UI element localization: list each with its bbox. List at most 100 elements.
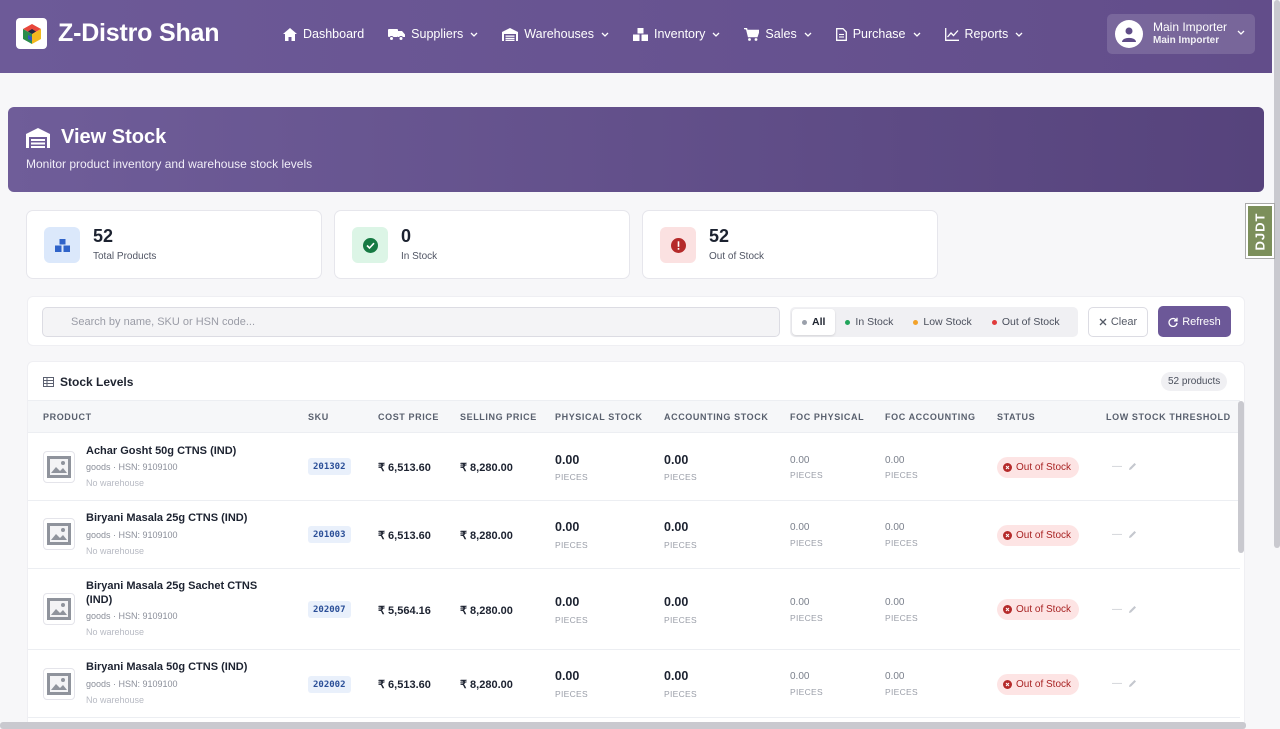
page-header: View Stock Monitor product inventory and… <box>8 107 1264 192</box>
product-count-badge: 52 products <box>1161 372 1228 391</box>
x-circle-icon <box>1003 680 1012 689</box>
stock-table-card: Stock Levels 52 products PRODUCT SKU COS… <box>27 361 1245 729</box>
user-role: Main Importer <box>1153 35 1220 46</box>
search-input[interactable] <box>42 307 780 337</box>
page-scrollbar[interactable] <box>1274 0 1280 548</box>
status-badge: Out of Stock <box>997 457 1080 478</box>
product-name[interactable]: Biryani Masala 25g CTNS (IND) <box>86 511 276 525</box>
table-row[interactable]: Biryani Masala 25g CTNS (IND) goods · HS… <box>28 501 1240 569</box>
table-header: PRODUCT SKU COST PRICE SELLING PRICE PHY… <box>28 400 1240 433</box>
nav-dashboard[interactable]: Dashboard <box>283 24 364 44</box>
image-placeholder-icon <box>43 593 75 625</box>
table-row[interactable]: Achar Gosht 50g CTNS (IND) goods · HSN: … <box>28 433 1240 501</box>
table-icon <box>43 377 54 387</box>
nav-suppliers-label: Suppliers <box>411 27 464 41</box>
dot-icon <box>991 319 997 325</box>
nav-sales[interactable]: Sales <box>744 24 812 44</box>
nav-dashboard-label: Dashboard <box>303 27 365 41</box>
nav-reports[interactable]: Reports <box>944 24 1024 44</box>
nav-inventory[interactable]: Inventory <box>633 24 720 44</box>
nav-inventory-label: Inventory <box>654 27 706 41</box>
column-header[interactable]: LOW STOCK THRESHOLD <box>1106 412 1231 422</box>
brand[interactable]: Z-Distro Shan <box>16 18 219 49</box>
filter-in-stock[interactable]: In Stock <box>835 309 903 335</box>
product-name[interactable]: Biryani Masala 25g Sachet CTNS (IND) <box>86 579 276 607</box>
product-name[interactable]: Biryani Masala 50g CTNS (IND) <box>86 660 276 674</box>
product-warehouse: No warehouse <box>86 695 145 705</box>
filter-out-of-stock-label: Out of Stock <box>1001 316 1060 328</box>
accounting-unit: PIECES <box>664 472 697 482</box>
top-navbar: Z-Distro Shan Dashboard Suppliers Wareho… <box>0 0 1272 73</box>
accounting-stock: 0.00 <box>664 669 689 683</box>
filter-low-stock[interactable]: Low Stock <box>903 309 981 335</box>
cost-price: ₹ 5,564.16 <box>378 605 431 617</box>
product-name[interactable]: Achar Gosht 50g CTNS (IND) <box>86 444 276 458</box>
column-header[interactable]: COST PRICE <box>378 412 439 422</box>
sku-badge: 201003 <box>308 526 351 543</box>
filter-all[interactable]: All <box>792 309 836 335</box>
edit-pencil-icon[interactable] <box>1128 530 1137 539</box>
filter-out-of-stock[interactable]: Out of Stock <box>982 309 1070 335</box>
table-row[interactable]: Biryani Masala 50g CTNS (IND) goods · HS… <box>28 650 1240 718</box>
image-placeholder-icon <box>43 451 75 483</box>
column-header[interactable]: PRODUCT <box>43 412 92 422</box>
product-meta: goods · HSN: 9109100 <box>86 679 178 689</box>
low-stock-threshold: — <box>1112 529 1137 540</box>
warehouse-icon <box>26 127 50 148</box>
edit-pencil-icon[interactable] <box>1128 462 1137 471</box>
nav-purchase-label: Purchase <box>852 27 906 41</box>
brand-name: Z-Distro Shan <box>58 19 220 47</box>
column-header[interactable]: SKU <box>308 412 329 422</box>
accounting-stock: 0.00 <box>664 453 689 467</box>
selling-price: ₹ 8,280.00 <box>460 679 513 691</box>
low-stock-threshold: — <box>1112 678 1137 689</box>
cost-price: ₹ 6,513.60 <box>378 530 431 542</box>
cart-icon <box>744 27 760 41</box>
clear-button[interactable]: Clear <box>1088 307 1148 337</box>
product-warehouse: No warehouse <box>86 478 145 488</box>
foc-accounting-unit: PIECES <box>885 613 918 623</box>
refresh-icon <box>1168 317 1178 327</box>
foc-accounting: 0.00 <box>885 671 905 682</box>
horizontal-scrollbar[interactable] <box>0 722 1246 729</box>
column-header[interactable]: PHYSICAL STOCK <box>555 412 643 422</box>
column-header[interactable]: ACCOUNTING STOCK <box>664 412 768 422</box>
foc-physical-unit: PIECES <box>790 470 823 480</box>
column-header[interactable]: SELLING PRICE <box>460 412 537 422</box>
column-header[interactable]: FOC ACCOUNTING <box>885 412 976 422</box>
stat-value: 52 <box>93 226 114 246</box>
selling-price: ₹ 8,280.00 <box>460 462 513 474</box>
nav-sales-label: Sales <box>765 27 797 41</box>
home-icon <box>283 27 297 41</box>
nav-suppliers[interactable]: Suppliers <box>388 24 478 44</box>
status-badge: Out of Stock <box>997 674 1080 695</box>
low-stock-threshold: — <box>1112 604 1137 615</box>
nav-purchase[interactable]: Purchase <box>835 24 921 44</box>
table-row[interactable]: Biryani Masala 25g Sachet CTNS (IND) goo… <box>28 569 1240 650</box>
avatar <box>1115 20 1143 48</box>
filter-in-stock-label: In Stock <box>855 316 894 328</box>
stat-card-out-of-stock: 52 Out of Stock <box>642 210 938 279</box>
edit-pencil-icon[interactable] <box>1128 605 1137 614</box>
nav-warehouses[interactable]: Warehouses <box>502 24 609 44</box>
column-header[interactable]: STATUS <box>997 412 1035 422</box>
edit-pencil-icon[interactable] <box>1128 679 1137 688</box>
accounting-unit: PIECES <box>664 540 697 550</box>
debug-toolbar-toggle[interactable]: DJDT <box>1245 203 1275 259</box>
foc-accounting: 0.00 <box>885 522 905 533</box>
user-menu[interactable]: Main Importer Main Importer <box>1107 14 1255 54</box>
foc-accounting-unit: PIECES <box>885 687 918 697</box>
refresh-button[interactable]: Refresh <box>1158 306 1231 337</box>
column-header[interactable]: FOC PHYSICAL <box>790 412 864 422</box>
table-title: Stock Levels <box>43 375 133 389</box>
foc-physical: 0.00 <box>790 522 810 533</box>
table-vertical-scrollbar[interactable] <box>1238 401 1244 553</box>
sku-badge: 202007 <box>308 601 351 618</box>
user-name: Main Importer <box>1153 20 1228 34</box>
table-title-text: Stock Levels <box>60 375 134 389</box>
foc-physical: 0.00 <box>790 671 810 682</box>
chevron-down-icon <box>470 32 478 37</box>
physical-unit: PIECES <box>555 540 588 550</box>
chevron-down-icon <box>601 32 609 37</box>
physical-unit: PIECES <box>555 615 588 625</box>
